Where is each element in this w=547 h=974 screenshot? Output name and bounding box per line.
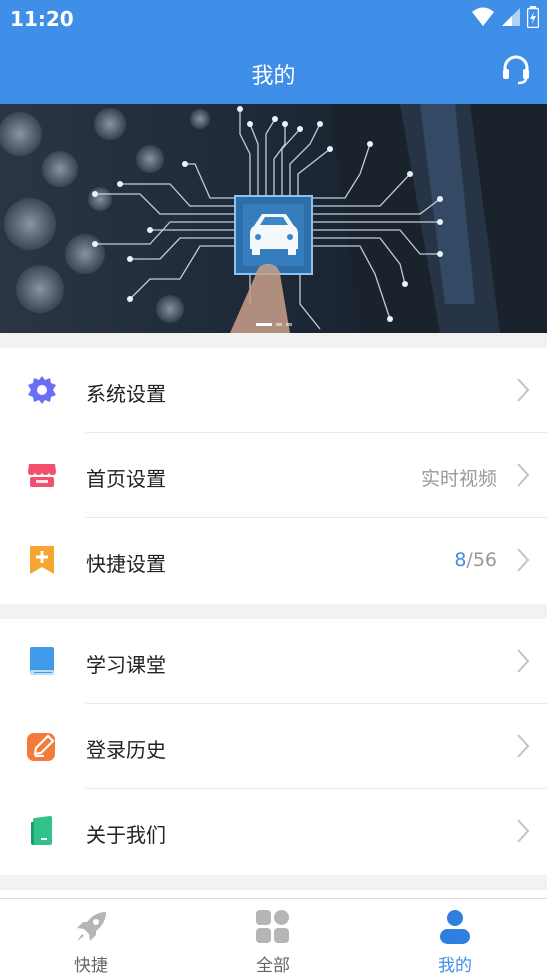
- menu-item-label: 首页设置: [86, 467, 166, 491]
- edit-pencil-icon: [27, 733, 55, 761]
- menu-item-login-history[interactable]: 登录历史: [0, 704, 547, 789]
- book-icon: [30, 647, 54, 675]
- tab-label: 我的: [438, 956, 472, 974]
- chevron-right-icon: [517, 734, 530, 758]
- empty-group: [0, 890, 547, 898]
- menu-item-learning[interactable]: 学习课堂: [0, 619, 547, 704]
- menu-item-label: 系统设置: [86, 382, 166, 406]
- menu-item-label: 登录历史: [86, 738, 166, 762]
- settings-group: 系统设置 首页设置 实时视频 快捷设置 8/56: [0, 348, 547, 604]
- header: 我的: [0, 38, 547, 104]
- tab-shortcut[interactable]: 快捷: [0, 899, 182, 974]
- shortcut-count: 8: [454, 549, 467, 571]
- storefront-icon: [28, 464, 56, 487]
- menu-item-value: 实时视频: [420, 468, 497, 490]
- status-icons: [471, 6, 539, 28]
- status-bar: 11:20: [0, 0, 547, 38]
- menu-item-system-settings[interactable]: 系统设置: [0, 348, 547, 433]
- menu-item-label: 快捷设置: [86, 552, 166, 576]
- tab-mine[interactable]: 我的: [364, 899, 546, 974]
- tab-label: 全部: [256, 956, 290, 974]
- chevron-right-icon: [517, 378, 530, 402]
- menu-item-label: 学习课堂: [86, 653, 166, 677]
- signal-icon: [502, 8, 520, 26]
- bookmark-plus-icon: [30, 546, 54, 574]
- bottom-tab-bar: 快捷 全部 我的: [0, 898, 547, 974]
- menu-item-value: 8/56: [454, 549, 497, 571]
- battery-icon: [527, 6, 539, 28]
- phone-card-icon: [31, 816, 52, 845]
- rocket-icon: [77, 912, 106, 941]
- grid-icon: [256, 910, 289, 943]
- banner-image[interactable]: [0, 104, 547, 333]
- menu-item-shortcut-settings[interactable]: 快捷设置 8/56: [0, 518, 547, 603]
- tab-label: 快捷: [74, 956, 108, 974]
- chevron-right-icon: [517, 463, 530, 487]
- user-icon: [440, 910, 470, 944]
- settings-gear-icon: [28, 376, 56, 404]
- status-time: 11:20: [10, 7, 74, 31]
- menu-item-about-us[interactable]: 关于我们: [0, 789, 547, 874]
- headset-icon[interactable]: [500, 53, 532, 85]
- menu-item-label: 关于我们: [86, 823, 166, 847]
- tab-all[interactable]: 全部: [182, 899, 364, 974]
- page-title: 我的: [251, 64, 296, 89]
- chevron-right-icon: [517, 649, 530, 673]
- menu-item-home-settings[interactable]: 首页设置 实时视频: [0, 433, 547, 518]
- chevron-right-icon: [517, 819, 530, 843]
- chevron-right-icon: [517, 548, 530, 572]
- wifi-icon: [472, 7, 494, 26]
- shortcut-total: /56: [466, 549, 497, 571]
- info-group: 学习课堂 登录历史 关于我们: [0, 619, 547, 875]
